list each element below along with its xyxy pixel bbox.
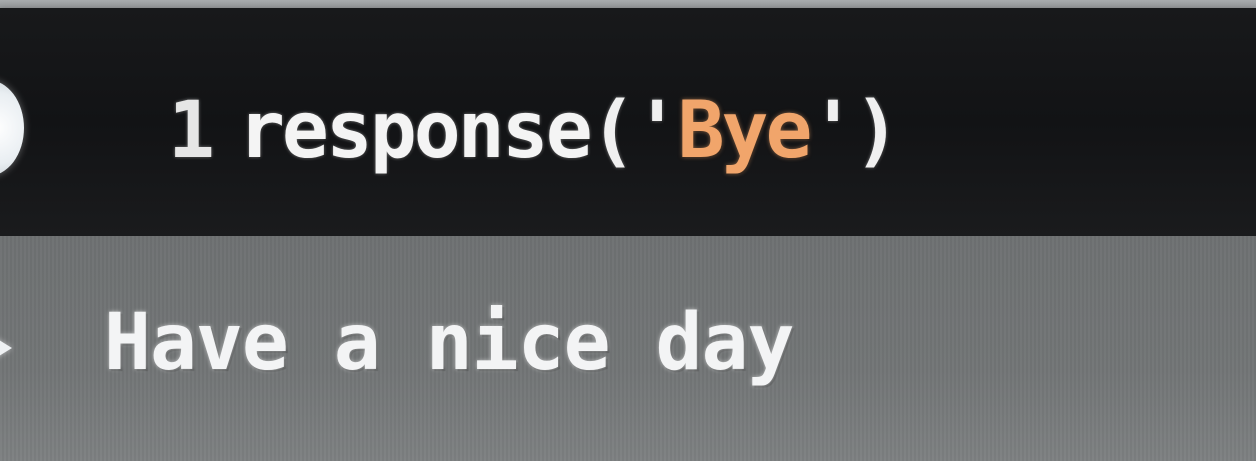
open-paren: (	[589, 86, 637, 176]
run-circle-icon[interactable]	[0, 80, 24, 176]
close-paren: )	[853, 86, 900, 176]
cell-output-area: Have a nice day	[0, 236, 1256, 461]
string-argument: Bye	[677, 86, 813, 176]
quote-close: '	[809, 86, 856, 176]
function-name: response	[237, 86, 593, 176]
output-text: Have a nice day	[104, 298, 794, 388]
line-number: 1	[168, 86, 215, 176]
quote-open: '	[633, 86, 681, 176]
notebook-screen: 1 response('Bye') Have a nice day	[0, 0, 1256, 461]
code-cell[interactable]: 1 response('Bye')	[0, 8, 1256, 236]
code-line[interactable]: 1 response('Bye')	[168, 86, 900, 176]
output-arrow-icon	[0, 332, 12, 364]
